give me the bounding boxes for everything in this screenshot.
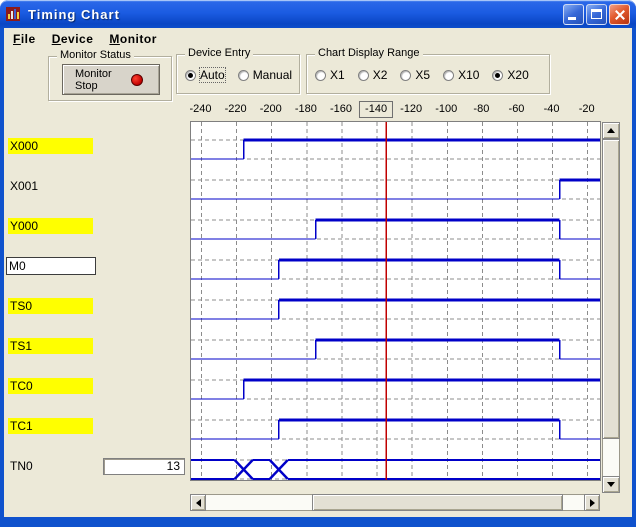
radio-button-icon [400, 70, 411, 81]
close-button[interactable] [609, 4, 630, 25]
monitor-status-group-title: Monitor Status [57, 49, 134, 61]
axis-tick--60: -60 [509, 103, 525, 115]
app-icon [6, 6, 22, 22]
bus-value-field[interactable]: 13 [103, 458, 185, 475]
radio-x2[interactable]: X2 [358, 68, 388, 82]
axis-tick--80: -80 [473, 103, 489, 115]
radio-button-icon [185, 70, 196, 81]
monitor-led-icon [131, 74, 143, 86]
menu-item-file[interactable]: File [8, 30, 41, 48]
left-arrow-icon [196, 499, 201, 507]
chart-canvas[interactable] [191, 122, 600, 480]
chart-display-range-group: Chart Display Range X1X2X5X10X20 [306, 54, 550, 94]
scroll-right-button[interactable] [584, 494, 600, 511]
monitor-status-group: Monitor Status Monitor Stop [48, 56, 172, 101]
radio-label: X20 [507, 68, 528, 82]
axis-tick--220: -220 [225, 103, 247, 115]
minimize-icon [568, 17, 576, 20]
time-axis: -240 -220 -200 -180 -160 -140 -120 -100 -80 -60 -4… [4, 100, 632, 120]
signal-label-y000[interactable]: Y000 [8, 218, 93, 234]
radio-manual[interactable]: Manual [238, 68, 292, 82]
client-area: File Device Monitor Monitor Status Monitor… [4, 28, 632, 517]
axis-tick--140: -140 [359, 101, 393, 118]
axis-tick--160: -160 [330, 103, 352, 115]
axis-tick--100: -100 [435, 103, 457, 115]
radio-label: X1 [330, 68, 345, 82]
maximize-icon [591, 9, 602, 19]
menu-item-monitor[interactable]: Monitor [104, 30, 162, 48]
radio-x20[interactable]: X20 [492, 68, 528, 82]
device-entry-group-title: Device Entry [185, 47, 253, 59]
radio-button-icon [238, 70, 249, 81]
axis-tick--180: -180 [295, 103, 317, 115]
radio-button-icon [358, 70, 369, 81]
radio-label: X5 [415, 68, 430, 82]
signal-label-tc1[interactable]: TC1 [8, 418, 93, 434]
signal-label-ts1[interactable]: TS1 [8, 338, 93, 354]
maximize-button[interactable] [586, 4, 607, 25]
radio-x10[interactable]: X10 [443, 68, 479, 82]
axis-tick--200: -200 [260, 103, 282, 115]
monitor-stop-button[interactable]: Monitor Stop [62, 64, 160, 95]
axis-tick--20: -20 [579, 103, 595, 115]
radio-x5[interactable]: X5 [400, 68, 430, 82]
signal-label-m0[interactable]: M0 [6, 257, 96, 275]
vertical-scrollbar[interactable] [602, 122, 620, 492]
scroll-left-button[interactable] [190, 494, 206, 511]
horizontal-scroll-thumb[interactable] [312, 494, 563, 511]
radio-button-icon [315, 70, 326, 81]
chart-display-range-group-title: Chart Display Range [315, 47, 423, 59]
radio-button-icon [492, 70, 503, 81]
axis-tick--120: -120 [400, 103, 422, 115]
menu-item-device[interactable]: Device [47, 30, 99, 48]
signal-label-tc0[interactable]: TC0 [8, 378, 93, 394]
scroll-up-button[interactable] [602, 122, 620, 139]
down-arrow-icon [607, 482, 615, 487]
chart-frame [190, 121, 601, 481]
right-arrow-icon [590, 499, 595, 507]
title-bar[interactable]: Timing Chart [0, 0, 636, 28]
radio-label: X10 [458, 68, 479, 82]
signal-label-tn0[interactable]: TN0 [8, 458, 93, 474]
device-entry-radio-group: Auto Manual [185, 68, 295, 82]
radio-x1[interactable]: X1 [315, 68, 345, 82]
close-icon [610, 5, 629, 24]
scroll-down-button[interactable] [602, 476, 620, 493]
minimize-button[interactable] [563, 4, 584, 25]
radio-label: Manual [253, 68, 292, 82]
radio-auto[interactable]: Auto [185, 68, 225, 82]
window-title: Timing Chart [28, 7, 561, 22]
axis-tick--40: -40 [544, 103, 560, 115]
device-entry-group: Device Entry AutoManual [176, 54, 300, 94]
vertical-scroll-thumb[interactable] [602, 139, 620, 439]
up-arrow-icon [607, 128, 615, 133]
app-window: Timing Chart File Device Monitor Monitor S… [0, 0, 636, 527]
radio-label: X2 [373, 68, 388, 82]
radio-label: Auto [200, 68, 225, 82]
signal-label-ts0[interactable]: TS0 [8, 298, 93, 314]
axis-tick--240: -240 [190, 103, 212, 115]
horizontal-scrollbar[interactable] [190, 494, 600, 511]
chart-display-range-radio-group: X1 X2 X5 X10 X20 [315, 68, 545, 82]
signal-label-x001[interactable]: X001 [8, 178, 93, 194]
radio-button-icon [443, 70, 454, 81]
signal-label-x000[interactable]: X000 [8, 138, 93, 154]
monitor-stop-button-label: Monitor Stop [75, 68, 127, 92]
